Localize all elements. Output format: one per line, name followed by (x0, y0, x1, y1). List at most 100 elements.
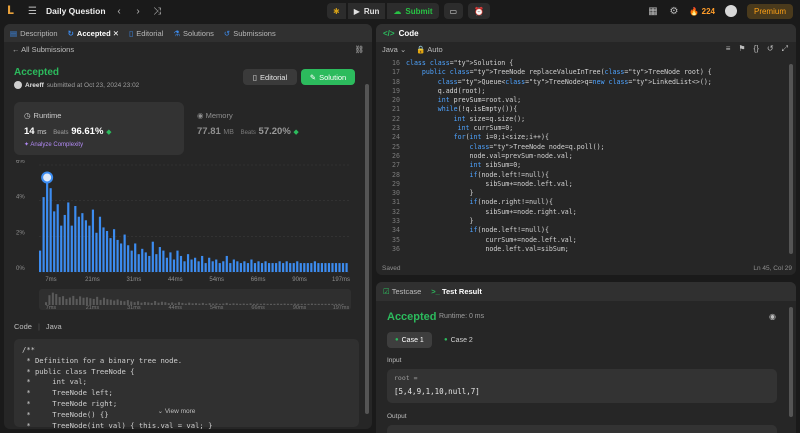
tab-label: Solutions (183, 28, 214, 38)
tab-solutions[interactable]: ⚗ Solutions (173, 29, 214, 38)
runtime-bar (334, 263, 338, 272)
prev-problem-icon[interactable]: ‹ (114, 6, 125, 17)
bookmark-icon[interactable]: ⚑ (738, 44, 745, 54)
clock-icon: ◷ (24, 111, 31, 120)
submit-button[interactable]: ☁ Submit (387, 3, 439, 19)
view-more-button[interactable]: ⌄ View more (4, 407, 349, 415)
editor-code-line[interactable]: node.left.val=sibSum; (406, 245, 712, 254)
all-submissions-link[interactable]: ← All Submissions (12, 45, 74, 54)
memory-label[interactable]: ◉ Memory (197, 111, 233, 120)
runtime-bar (77, 216, 80, 272)
post-solution-button[interactable]: ✎ Solution (301, 69, 355, 85)
runtime-card[interactable]: ◷ Runtime 14 ms Beats 96.61% ◆ ✦ Analyze … (14, 102, 184, 155)
close-tab-icon[interactable]: ✕ (113, 29, 119, 38)
celebrate-icon: ◆ (106, 129, 112, 136)
editor-code-line[interactable]: class="ty">TreeNode node=q.poll(); (406, 143, 712, 152)
lock-icon: 🔒 (416, 45, 426, 54)
submitter-name[interactable]: Areeff (25, 82, 44, 89)
top-navbar: ᒪ ☰ Daily Question ‹ › ⤨ ✱ ▶ Run ☁ Submit … (0, 0, 800, 22)
editor-scrollbar[interactable] (789, 64, 793, 254)
editor-code-line[interactable]: int currSum=0; (406, 124, 712, 133)
runtime-bar (296, 261, 299, 272)
editor-code-line[interactable]: currSum+=node.left.val; (406, 236, 712, 245)
settings-gear-icon[interactable]: ⚙ (668, 6, 679, 17)
editor-code-line[interactable]: if(node.left!=null){ (406, 171, 712, 180)
share-link-icon[interactable]: ⛓ (354, 45, 364, 54)
runtime-bar (158, 247, 161, 272)
tab-editorial[interactable]: ▯ Editorial (129, 29, 163, 38)
line-number: 16 (392, 59, 400, 67)
debug-button[interactable]: ✱ (327, 3, 346, 19)
runtime-bar (289, 263, 292, 272)
editor-code-line[interactable]: public class="ty">TreeNode replaceValueI… (406, 68, 712, 77)
auto-mode-toggle[interactable]: 🔒 Auto (416, 45, 442, 54)
case-1-tab[interactable]: ● Case 1 (387, 332, 432, 348)
scrubber-bar (62, 296, 65, 305)
line-number: 17 (392, 68, 400, 77)
reset-icon[interactable]: ↺ (767, 44, 774, 54)
braces-icon[interactable]: {} (754, 44, 759, 54)
run-button[interactable]: ▶ Run (347, 3, 386, 19)
editor-toolbar: Java ⌄ 🔒 Auto ≡ ⚑ {} ↺ ⤢ (376, 42, 796, 57)
shuffle-icon[interactable]: ⤨ (152, 6, 163, 17)
editor-code-line[interactable]: int size=q.size(); (406, 115, 712, 124)
daily-question-title[interactable]: Daily Question (46, 6, 106, 16)
tab-test-result[interactable]: >_ Test Result (431, 287, 482, 296)
editor-code-line[interactable]: while(!q.isEmpty()){ (406, 105, 712, 114)
runtime-distribution-chart[interactable]: 0% 2% 4% 6% 7ms 21ms 31ms 44ms 54ms 66ms 90ms 197ms (14, 160, 359, 285)
editor-status-bar: Saved Ln 45, Col 29 (382, 265, 792, 272)
notes-button[interactable]: ▭ (443, 3, 464, 19)
editor-tab-label[interactable]: Code (399, 29, 419, 38)
scrubber-bar (75, 298, 78, 305)
runtime-bar (123, 234, 126, 272)
format-lines-icon[interactable]: ≡ (726, 44, 731, 54)
analyze-complexity-link[interactable]: ✦ Analyze Complexity (24, 141, 83, 148)
y-tick-label: 0% (16, 266, 25, 272)
tab-submissions[interactable]: ↺ Submissions (224, 29, 276, 38)
code-line: * TreeNode(int val) { this.val = val; } (22, 420, 213, 429)
eye-icon[interactable]: ◉ (769, 312, 776, 321)
editor-code-line[interactable]: node.val=prevSum-node.val; (406, 152, 712, 161)
editor-code-line[interactable]: } (406, 217, 712, 226)
problem-list-icon[interactable]: ☰ (27, 6, 38, 17)
editorial-button[interactable]: ▯ Editorial (243, 69, 297, 85)
editor-code-line[interactable]: for(int i=0;i<size;i++){ (406, 133, 712, 142)
line-number: 32 (392, 207, 400, 216)
premium-button[interactable]: Premium (746, 3, 793, 19)
leetcode-logo-icon[interactable]: ᒪ (7, 5, 19, 17)
code-editor[interactable]: 16 17 18 19 20 21 22 23 24 25 26 27 28 29 30 31 32 33 34 35… (376, 59, 796, 259)
chart-range-scrubber[interactable]: 7ms 21ms 31ms 44ms 54ms 66ms 90ms 197ms (39, 289, 351, 310)
next-problem-icon[interactable]: › (133, 6, 144, 17)
editor-code-line[interactable]: } (406, 189, 712, 198)
scrubber-tick-label: 197ms (333, 305, 350, 310)
editor-code-line[interactable]: q.add(root); (406, 87, 712, 96)
runtime-bar (63, 214, 66, 272)
layout-grid-icon[interactable]: ▦ (647, 6, 658, 17)
editor-code-line[interactable]: if(node.right!=null){ (406, 198, 712, 207)
pass-dot-icon: ● (444, 337, 448, 343)
case-2-tab[interactable]: ● Case 2 (436, 332, 481, 348)
line-number: 23 (392, 124, 400, 133)
result-scrollbar[interactable] (789, 307, 793, 417)
runtime-bar (267, 263, 271, 272)
editor-code-line[interactable]: class="ty">Queue<class="ty">TreeNode>q=n… (406, 78, 712, 87)
editor-code-line[interactable]: if(node.left!=null){ (406, 226, 712, 235)
editor-code-line[interactable]: sibSum+=node.left.val; (406, 180, 712, 189)
language-select[interactable]: Java ⌄ (382, 45, 406, 54)
editor-code-line[interactable]: int sibSum=0; (406, 161, 712, 170)
tab-description[interactable]: ▤ Description (10, 29, 58, 38)
tab-testcase[interactable]: ☑ Testcase (383, 287, 421, 296)
runtime-bar (120, 243, 123, 272)
editor-code-lines[interactable]: class class="ty">Solution { public class… (406, 59, 712, 254)
editor-code-line[interactable]: class class="ty">Solution { (406, 59, 712, 68)
timer-button[interactable]: ⏰ (468, 3, 491, 19)
runtime-bar (327, 263, 331, 272)
x-tick-label: 197ms (332, 277, 350, 283)
left-scrollbar[interactable] (365, 84, 369, 414)
fullscreen-icon[interactable]: ⤢ (782, 44, 788, 54)
editor-code-line[interactable]: sibSum+=node.right.val; (406, 208, 712, 217)
user-avatar[interactable] (724, 5, 737, 17)
streak-counter[interactable]: 🔥 224 (689, 7, 715, 16)
editor-code-line[interactable]: int prevSum=root.val; (406, 96, 712, 105)
tab-accepted[interactable]: ↻ Accepted ✕ (68, 29, 119, 38)
